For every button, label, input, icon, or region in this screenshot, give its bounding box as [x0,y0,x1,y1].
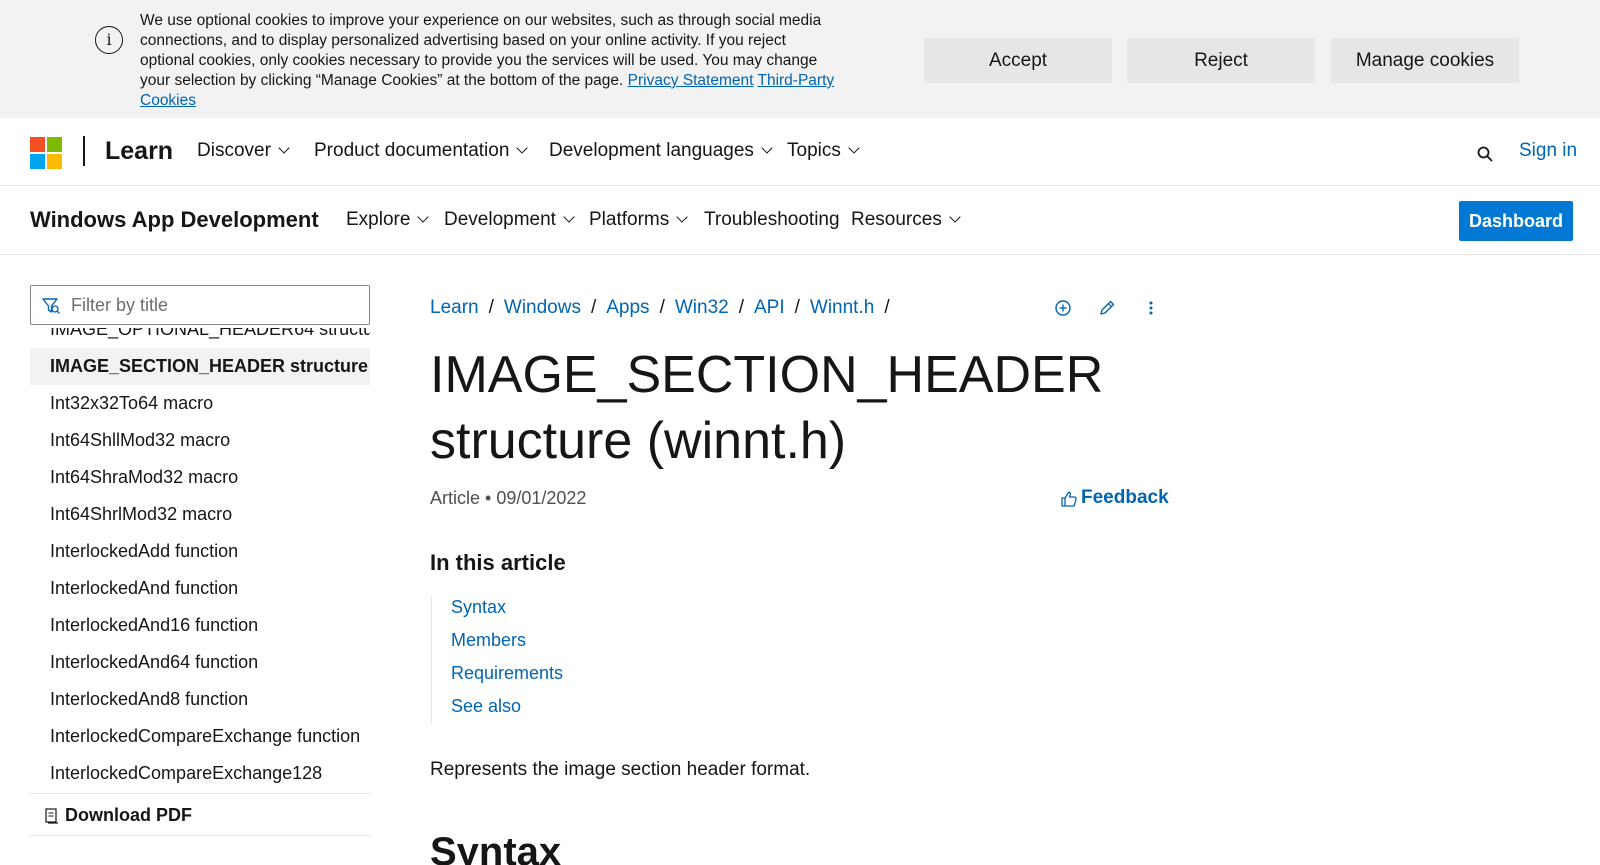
microsoft-logo-icon[interactable] [30,137,62,169]
article-date: 09/01/2022 [496,488,587,508]
nav-development-languages[interactable]: Development languages [549,140,773,162]
breadcrumb-windows[interactable]: Windows [504,297,581,318]
product-header: Windows App Development Explore Developm… [0,187,1600,255]
filter-box [30,285,370,325]
toc-item[interactable]: Int64ShllMod32 macro [30,422,370,459]
subnav-troubleshooting-label: Troubleshooting [704,209,840,230]
dashboard-button[interactable]: Dashboard [1459,201,1573,241]
breadcrumb-separator: / [659,297,665,318]
edit-pencil-icon[interactable] [1098,299,1116,317]
download-pdf-button[interactable]: Download PDF [30,793,370,836]
toc-item[interactable]: InterlockedAnd64 function [30,644,370,681]
article-summary: Represents the image section header form… [430,759,811,780]
breadcrumb-apps[interactable]: Apps [606,297,649,318]
filter-input[interactable] [71,286,361,324]
cookie-message: We use optional cookies to improve your … [140,11,840,111]
chevron-down-icon [949,211,961,223]
subnav-explore[interactable]: Explore [346,209,430,231]
breadcrumb-separator: / [738,297,744,318]
filter-icon [42,298,60,314]
search-icon[interactable] [1477,146,1493,162]
nav-discover-label: Discover [197,140,271,161]
chevron-down-icon [676,211,688,223]
meta-separator: • [485,488,492,508]
nav-development-languages-label: Development languages [549,140,754,161]
page-title: IMAGE_SECTION_HEADER structure (winnt.h) [430,342,1103,474]
chevron-down-icon [278,142,290,154]
subnav-explore-label: Explore [346,209,411,230]
breadcrumb-separator: / [884,297,890,318]
toc-link-syntax[interactable]: Syntax [451,597,506,618]
chevron-down-icon [848,142,860,154]
toc-list: IMAGE_OPTIONAL_HEADER64 structure IMAGE_… [30,328,370,793]
chevron-down-icon [417,211,430,223]
site-header: Learn Discover Product documentation Dev… [0,118,1600,186]
breadcrumb-learn[interactable]: Learn [430,297,479,318]
nav-product-documentation-label: Product documentation [314,140,510,161]
logo-divider [83,136,85,166]
nav-topics-label: Topics [787,140,841,161]
subnav-development-label: Development [444,209,556,230]
chevron-down-icon [516,142,529,154]
toc-item[interactable]: InterlockedCompareExchange function [30,718,370,755]
breadcrumb-api[interactable]: API [754,297,785,318]
subnav-platforms-label: Platforms [589,209,670,230]
nav-discover[interactable]: Discover [197,140,290,162]
article-meta: Article • 09/01/2022 [430,488,586,509]
breadcrumb-separator: / [488,297,494,318]
in-article-toc: Syntax Members Requirements See also [431,596,631,724]
accept-cookies-button[interactable]: Accept [924,38,1112,83]
subnav-troubleshooting[interactable]: Troubleshooting [704,209,840,231]
toc-item[interactable]: InterlockedAnd function [30,570,370,607]
toc-item[interactable]: Int64ShrlMod32 macro [30,496,370,533]
chevron-down-icon [761,142,773,154]
subnav-resources[interactable]: Resources [851,209,961,231]
manage-cookies-button[interactable]: Manage cookies [1331,38,1519,83]
syntax-heading: Syntax [430,830,562,865]
more-options-icon[interactable] [1142,299,1160,317]
toc-item[interactable]: IMAGE_OPTIONAL_HEADER64 structure [30,328,370,348]
document-download-icon [45,808,58,824]
toc-link-members[interactable]: Members [451,630,526,651]
toc-item[interactable]: InterlockedAnd8 function [30,681,370,718]
feedback-label: Feedback [1081,487,1169,508]
cookie-banner: i We use optional cookies to improve you… [0,0,1600,118]
nav-product-documentation[interactable]: Product documentation [314,140,529,162]
info-icon: i [95,26,123,54]
toc-link-requirements[interactable]: Requirements [451,663,563,684]
subnav-resources-label: Resources [851,209,942,230]
toc-link-see-also[interactable]: See also [451,696,521,717]
breadcrumb-separator: / [794,297,800,318]
breadcrumb-win32[interactable]: Win32 [675,297,729,318]
toc-item-active[interactable]: IMAGE_SECTION_HEADER structure [30,348,370,385]
nav-topics[interactable]: Topics [787,140,860,162]
in-this-article-heading: In this article [430,550,566,575]
sign-in-link[interactable]: Sign in [1519,140,1577,162]
breadcrumb-separator: / [590,297,597,318]
breadcrumb-winnt-h[interactable]: Winnt.h [810,297,874,318]
download-pdf-label: Download PDF [65,805,192,825]
toc-item[interactable]: InterlockedCompareExchange128 [30,755,370,792]
toc-item[interactable]: InterlockedAdd function [30,533,370,570]
page-title-line1: IMAGE_SECTION_HEADER [430,346,1104,404]
breadcrumb: Learn / Windows / Apps / Win32 / API / Winnt.h / [430,297,900,319]
add-to-collection-icon[interactable] [1054,299,1072,317]
subnav-development[interactable]: Development [444,209,575,231]
product-title-link[interactable]: Windows App Development [30,207,319,233]
chevron-down-icon [563,211,575,223]
toc-item[interactable]: Int32x32To64 macro [30,385,370,422]
privacy-statement-link[interactable]: Privacy Statement [628,72,754,89]
reject-cookies-button[interactable]: Reject [1127,38,1315,83]
toc-item[interactable]: InterlockedAnd16 function [30,607,370,644]
subnav-platforms[interactable]: Platforms [589,209,688,231]
feedback-link[interactable]: Feedback [1061,487,1169,509]
learn-brand-link[interactable]: Learn [105,137,173,166]
toc-item[interactable]: Int64ShraMod32 macro [30,459,370,496]
page-title-line2: structure (winnt.h) [430,412,847,470]
article-type: Article [430,488,481,508]
